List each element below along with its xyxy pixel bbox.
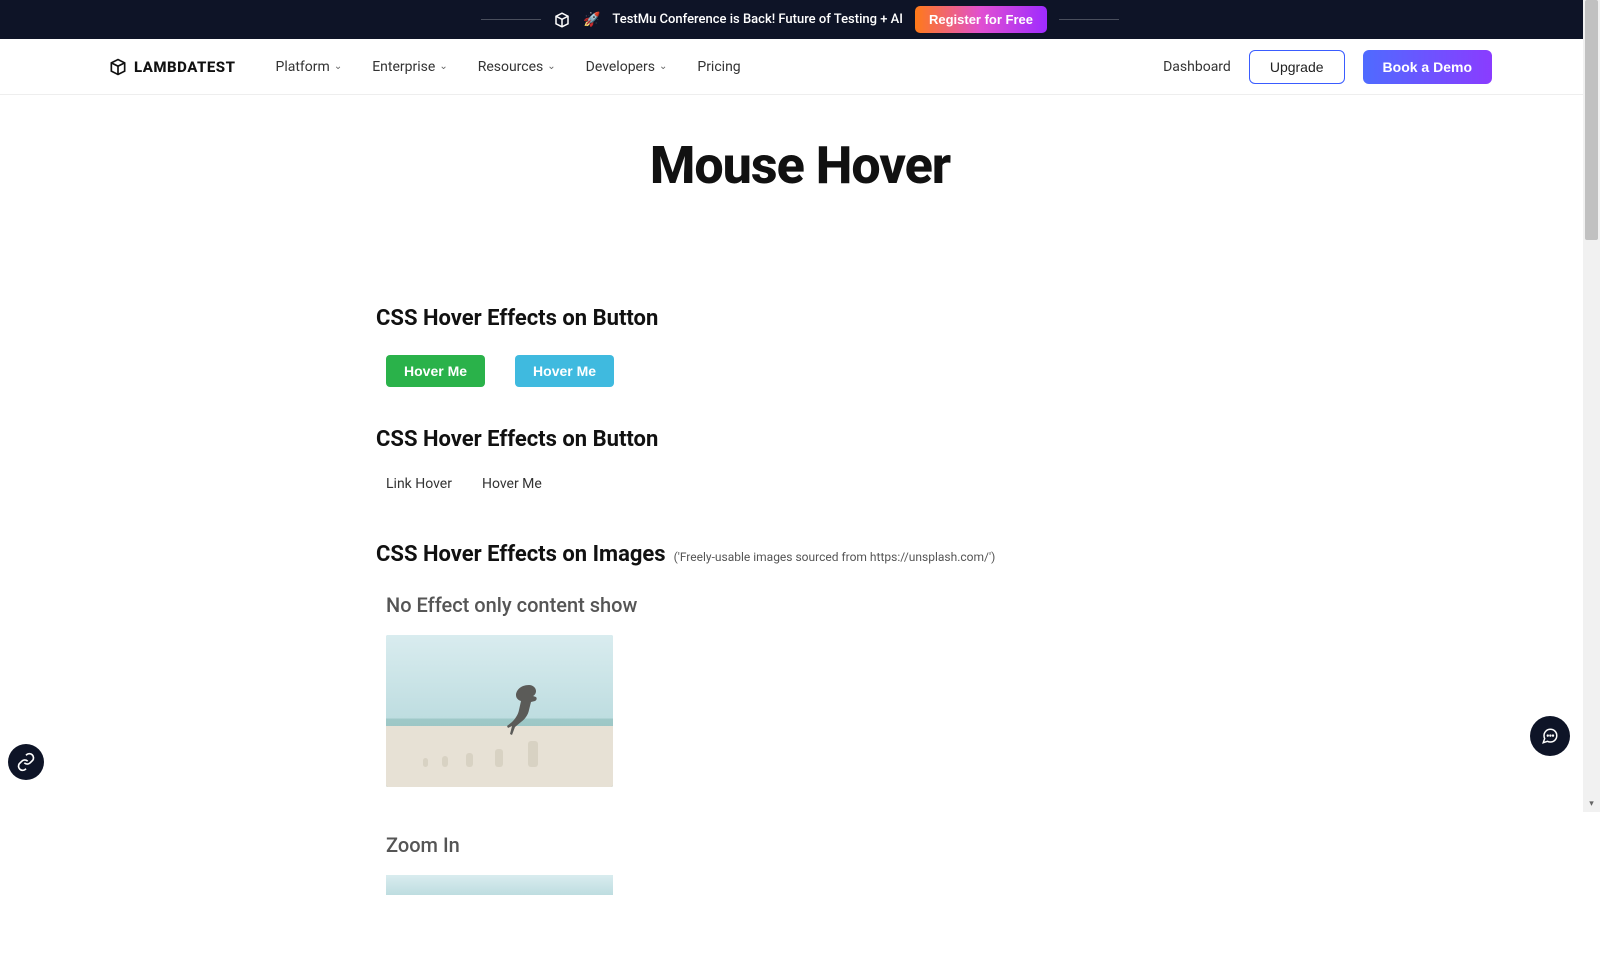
demo-image-zoom-in[interactable] [386,875,613,895]
content-column: CSS Hover Effects on Button Hover Me Hov… [376,306,1276,895]
images-source-note: ('Freely-usable images sourced from http… [674,550,996,564]
nav-item-resources[interactable]: Resources ⌄ [478,59,556,75]
image-post [423,758,428,767]
image-post [528,741,538,767]
hover-button-green[interactable]: Hover Me [386,355,485,387]
accessibility-widget-button[interactable] [8,744,44,780]
nav-item-platform[interactable]: Platform ⌄ [276,59,343,75]
page-body: Mouse Hover CSS Hover Effects on Button … [0,95,1600,955]
brand-logo[interactable]: LAMBDATEST [108,57,236,77]
nav-links: Platform ⌄ Enterprise ⌄ Resources ⌄ Deve… [276,59,741,75]
pelican-icon [499,677,543,737]
link-icon [16,752,36,772]
announcement-text: TestMu Conference is Back! Future of Tes… [612,12,903,27]
hover-link-row: Link Hover Hover Me [386,476,1276,492]
nav-label: Developers [586,59,655,75]
chevron-down-icon: ⌄ [547,61,555,72]
nav-item-developers[interactable]: Developers ⌄ [586,59,668,75]
logo-icon [108,57,128,77]
hover-button-blue[interactable]: Hover Me [515,355,614,387]
decorative-line [481,19,541,20]
chevron-down-icon: ⌄ [439,61,447,72]
brand-glyph-icon [553,11,571,29]
nav-label: Resources [478,59,544,75]
scrollbar-thumb[interactable] [1585,0,1598,240]
image-post [442,756,448,767]
chevron-down-icon: ⌄ [659,61,667,72]
register-button[interactable]: Register for Free [915,6,1047,33]
nav-label: Platform [276,59,330,75]
brand-name: LAMBDATEST [134,58,236,76]
upgrade-button[interactable]: Upgrade [1249,50,1345,84]
hover-me-link[interactable]: Hover Me [482,476,542,492]
image-post [466,753,473,767]
hover-button-row: Hover Me Hover Me [386,355,1276,387]
section-heading-images: CSS Hover Effects on Images [376,542,666,567]
image-post [495,749,503,767]
subheading-zoom-in: Zoom In [386,833,1276,857]
section-heading-links: CSS Hover Effects on Button [376,427,1276,452]
nav-label: Enterprise [372,59,435,75]
dashboard-link[interactable]: Dashboard [1163,59,1231,75]
chat-icon [1541,727,1559,745]
chat-widget-button[interactable] [1530,716,1570,756]
demo-image-no-effect[interactable] [386,635,613,787]
scrollbar[interactable]: ▾ [1583,0,1600,812]
nav-item-pricing[interactable]: Pricing [697,59,740,75]
nav-item-enterprise[interactable]: Enterprise ⌄ [372,59,448,75]
scrollbar-down-arrow-icon[interactable]: ▾ [1583,795,1600,812]
decorative-line [1059,19,1119,20]
page-title: Mouse Hover [0,135,1600,196]
nav-right: Dashboard Upgrade Book a Demo [1163,50,1492,84]
subheading-no-effect: No Effect only content show [386,593,1276,617]
announcement-bar: 🚀 TestMu Conference is Back! Future of T… [0,0,1600,39]
link-hover[interactable]: Link Hover [386,476,452,492]
nav-label: Pricing [697,59,740,75]
book-demo-button[interactable]: Book a Demo [1363,50,1492,84]
rocket-icon: 🚀 [583,12,600,28]
chevron-down-icon: ⌄ [334,61,342,72]
images-heading-row: CSS Hover Effects on Images ('Freely-usa… [376,542,1276,567]
main-nav: LAMBDATEST Platform ⌄ Enterprise ⌄ Resou… [0,39,1600,95]
section-heading-buttons: CSS Hover Effects on Button [376,306,1276,331]
